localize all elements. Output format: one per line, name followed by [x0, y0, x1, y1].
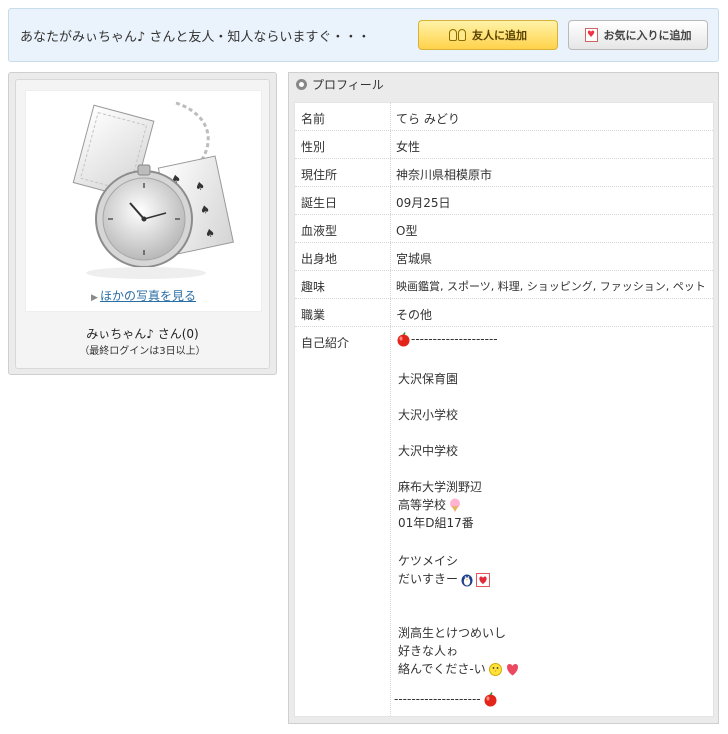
row-label: 誕生日: [301, 196, 338, 210]
profile-table: 名前 てら みどり 性別 女性 現住所 神奈川県相模原市 誕生日 09月25日 …: [294, 102, 714, 717]
profile-row-occupation: 職業 その他: [295, 299, 713, 327]
add-favorite-button[interactable]: ♥ お気に入りに追加: [568, 20, 708, 50]
more-photos-link[interactable]: ▶ ほかの写真を見る: [26, 287, 261, 304]
profile-row-address: 現住所 神奈川県相模原市: [295, 159, 713, 187]
profile-row-birthday: 誕生日 09月25日: [295, 187, 713, 215]
intro-line: 大沢中学校: [398, 444, 459, 458]
row-label: 職業: [301, 308, 326, 322]
photo-frame: ♠ ♠ ♠ ♠ ♠ ♠: [15, 79, 270, 369]
add-friend-button[interactable]: 友人に追加: [418, 20, 558, 50]
penguin-icon: [461, 574, 473, 587]
row-value: 宮城県: [396, 252, 433, 266]
row-value: 09月25日: [396, 196, 451, 210]
profile-row-hometown: 出身地 宮城県: [295, 243, 713, 271]
row-label: 趣味: [301, 280, 326, 294]
row-value: その他: [396, 308, 433, 322]
invite-banner: あなたがみぃちゃん♪ さんと友人・知人ならいますぐ・・・ 友人に追加 ♥ お気に…: [8, 8, 719, 62]
intro-line: だいすきー: [398, 570, 491, 587]
radio-circle-icon: [296, 78, 307, 90]
ice-cream-icon: [450, 498, 461, 512]
photo-panel: ♠ ♠ ♠ ♠ ♠ ♠: [8, 72, 277, 375]
banner-message: あなたがみぃちゃん♪ さんと友人・知人ならいますぐ・・・: [20, 30, 371, 45]
profile-row-gender: 性別 女性: [295, 131, 713, 159]
chick-icon: [488, 663, 502, 676]
row-value: 神奈川県相模原市: [396, 168, 493, 182]
profile-row-blood-type: 血液型 O型: [295, 215, 713, 243]
profile-row-hobbies: 趣味 映画鑑賞, スポーツ, 料理, ショッピング, ファッション, ペット: [295, 271, 713, 299]
row-label: 自己紹介: [301, 336, 350, 350]
bookmark-heart-icon: ♥: [584, 28, 598, 42]
intro-line: --------------------: [394, 692, 498, 707]
last-login-status: （最終ログインは3日以上）: [79, 346, 206, 357]
row-label: 性別: [301, 140, 326, 154]
row-value: てら みどり: [396, 112, 460, 126]
right-triangle-icon: ▶: [91, 293, 98, 303]
intro-line: 渕高生とけつめいし: [398, 626, 507, 640]
profile-row-name: 名前 てら みどり: [295, 103, 713, 131]
user-nickname: みぃちゃん♪ さん(0): [86, 327, 199, 341]
intro-line: 01年D組17番: [398, 516, 474, 530]
profile-header: プロフィール: [289, 73, 718, 95]
add-friend-label: 友人に追加: [472, 29, 527, 42]
add-favorite-label: お気に入りに追加: [603, 29, 692, 42]
heart-icon: [506, 664, 518, 676]
intro-line: --------------------: [394, 332, 498, 347]
apple-icon: [484, 692, 497, 707]
row-label: 現住所: [301, 168, 338, 182]
heart-box-icon: [476, 572, 491, 587]
watch-and-cards-image: ♠ ♠ ♠ ♠ ♠ ♠: [72, 101, 234, 279]
row-value: O型: [396, 224, 418, 238]
row-value: 映画鑑賞, スポーツ, 料理, ショッピング, ファッション, ペット: [396, 280, 706, 293]
intro-line: 好きな人ゎ: [398, 644, 459, 658]
two-people-icon: [449, 29, 466, 41]
intro-line: ケツメイシ: [398, 554, 459, 568]
intro-line: 高等学校: [398, 496, 462, 513]
row-label: 出身地: [301, 252, 338, 266]
intro-line: 大沢小学校: [398, 408, 459, 422]
row-value: 女性: [396, 140, 421, 154]
profile-row-intro: 自己紹介 -------------------- 大沢保育園 大沢小学校 大沢…: [295, 327, 713, 716]
profile-panel: プロフィール 名前 てら みどり 性別 女性 現住所 神奈川県相模原市 誕生日 …: [288, 72, 719, 724]
intro-line: 大沢保育園: [398, 372, 459, 386]
profile-header-title: プロフィール: [312, 77, 384, 92]
intro-line: 絡んでくださ-い: [398, 660, 520, 677]
intro-line: 麻布大学渕野辺: [398, 480, 483, 494]
row-label: 名前: [301, 112, 326, 126]
profile-photo[interactable]: ♠ ♠ ♠ ♠ ♠ ♠: [25, 90, 262, 312]
row-label: 血液型: [301, 224, 338, 238]
apple-icon: [397, 332, 410, 347]
more-photos-label[interactable]: ほかの写真を見る: [100, 289, 196, 303]
